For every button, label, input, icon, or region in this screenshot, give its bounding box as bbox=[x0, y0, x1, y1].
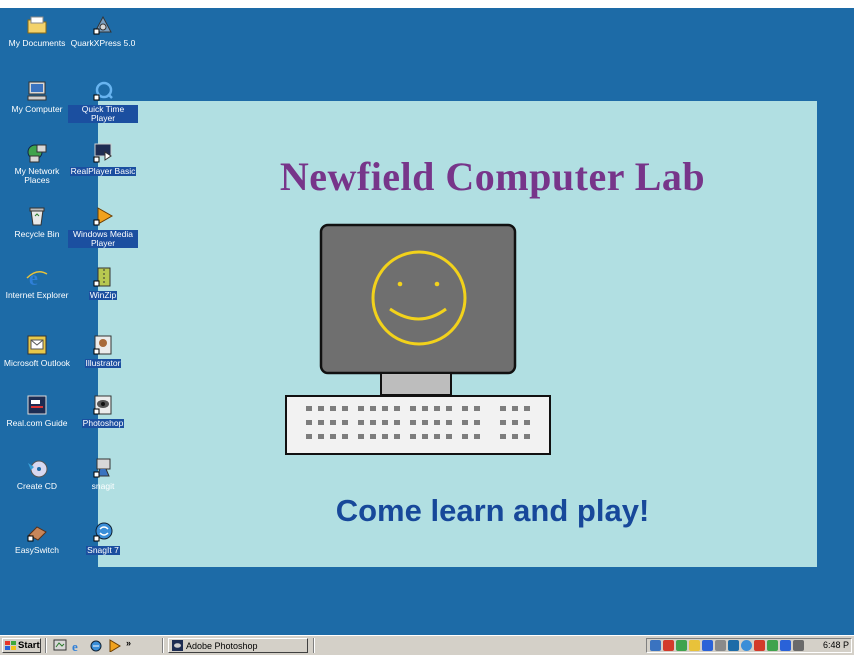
real-guide-icon bbox=[27, 395, 47, 415]
wallpaper-panel: Newfield Computer Lab Come learn and pla… bbox=[98, 101, 817, 567]
tray-volume-icon[interactable] bbox=[689, 640, 700, 651]
wallpaper-subtitle: Come learn and play! bbox=[335, 493, 650, 528]
desktop-icon-windows-media-player[interactable]: Windows Media Player bbox=[68, 205, 138, 248]
tray-display-icon[interactable] bbox=[702, 640, 713, 651]
snagit-icon bbox=[93, 458, 111, 478]
folder-icon bbox=[27, 16, 47, 34]
wallpaper-title: Newfield Computer Lab bbox=[279, 154, 706, 199]
media-player-quicklaunch-icon[interactable] bbox=[107, 639, 121, 652]
tray-printer-icon[interactable] bbox=[715, 640, 726, 651]
taskbar-separator bbox=[162, 638, 164, 653]
quicktime-icon bbox=[93, 81, 113, 101]
snagit7-icon bbox=[93, 522, 113, 542]
monitor-stand bbox=[380, 372, 452, 396]
internet-explorer-quicklaunch-icon[interactable]: e bbox=[71, 639, 85, 652]
desktop-icon-quicktime-player[interactable]: Quick Time Player bbox=[68, 80, 138, 123]
winzip-icon bbox=[93, 267, 111, 287]
desktop-icon-recycle-bin[interactable]: Recycle Bin bbox=[2, 205, 72, 239]
desktop-icon-snagit7[interactable]: SnagIt 7 bbox=[68, 521, 138, 555]
tray-network-icon[interactable] bbox=[676, 640, 687, 651]
desktop-icon-my-network-places[interactable]: My Network Places bbox=[2, 142, 72, 185]
tray-snagit-icon[interactable] bbox=[741, 640, 752, 651]
internet-explorer-icon: e bbox=[26, 268, 48, 288]
desktop-icon-snagit[interactable]: snagit bbox=[68, 457, 138, 491]
network-icon bbox=[27, 144, 47, 163]
easyswitch-icon bbox=[27, 526, 47, 542]
task-button-label: Adobe Photoshop bbox=[186, 640, 258, 651]
desktop-icon-internet-explorer[interactable]: e Internet Explorer bbox=[2, 266, 72, 300]
photoshop-icon bbox=[93, 395, 112, 415]
top-strip bbox=[0, 0, 854, 8]
start-label: Start bbox=[18, 640, 40, 651]
task-button-photoshop[interactable]: Adobe Photoshop bbox=[168, 638, 308, 653]
desktop-icon-real-guide[interactable]: Real.com Guide bbox=[2, 394, 72, 428]
tray-clock[interactable]: 6:48 P bbox=[823, 640, 849, 650]
create-cd-icon bbox=[28, 460, 48, 478]
desktop-icon-microsoft-outlook[interactable]: Microsoft Outlook bbox=[2, 334, 72, 368]
system-tray: 6:48 P bbox=[646, 638, 852, 653]
tray-antivirus-icon[interactable] bbox=[663, 640, 674, 651]
taskbar-separator bbox=[45, 638, 47, 653]
taskbar: Start e » Adobe Photoshop 6:48 P bbox=[0, 635, 854, 655]
tray-update-icon[interactable] bbox=[767, 640, 778, 651]
recycle-bin-icon bbox=[29, 207, 45, 226]
tray-misc-icon[interactable] bbox=[793, 640, 804, 651]
desktop-icon-create-cd[interactable]: Create CD bbox=[2, 457, 72, 491]
desktop-icon-illustrator[interactable]: Illustrator bbox=[68, 334, 138, 368]
monitor-shape bbox=[319, 223, 517, 375]
svg-text:e: e bbox=[29, 268, 38, 288]
tray-realplayer-icon[interactable] bbox=[754, 640, 765, 651]
windows-logo-icon bbox=[5, 640, 16, 650]
show-desktop-icon[interactable] bbox=[53, 639, 67, 652]
outlook-express-quicklaunch-icon[interactable] bbox=[89, 639, 103, 652]
desktop-icon-winzip[interactable]: WinZip bbox=[68, 266, 138, 300]
tray-quicktime-icon[interactable] bbox=[728, 640, 739, 651]
outlook-icon bbox=[27, 335, 47, 355]
photoshop-task-icon bbox=[172, 640, 183, 651]
quarkxpress-icon bbox=[93, 15, 112, 35]
realplayer-icon bbox=[93, 143, 112, 163]
desktop-icon-photoshop[interactable]: Photoshop bbox=[68, 394, 138, 428]
svg-text:e: e bbox=[72, 639, 78, 652]
desktop-icon-easyswitch[interactable]: EasySwitch bbox=[2, 521, 72, 555]
desktop-icon-my-documents[interactable]: My Documents bbox=[2, 14, 72, 48]
desktop-icon-quarkxpress[interactable]: QuarkXPress 5.0 bbox=[68, 14, 138, 48]
tray-messenger-icon[interactable] bbox=[780, 640, 791, 651]
media-player-icon bbox=[93, 207, 114, 226]
illustrator-icon bbox=[93, 335, 112, 355]
computer-illustration bbox=[285, 223, 551, 455]
computer-icon bbox=[27, 81, 47, 101]
taskbar-separator bbox=[313, 638, 315, 653]
start-button[interactable]: Start bbox=[2, 638, 41, 653]
desktop-icon-realplayer[interactable]: RealPlayer Basic bbox=[68, 142, 138, 176]
keyboard-shape bbox=[285, 395, 551, 455]
quicklaunch-more-chevron[interactable]: » bbox=[126, 638, 131, 648]
desktop-icon-my-computer[interactable]: My Computer bbox=[2, 80, 72, 114]
tray-search-icon[interactable] bbox=[650, 640, 661, 651]
